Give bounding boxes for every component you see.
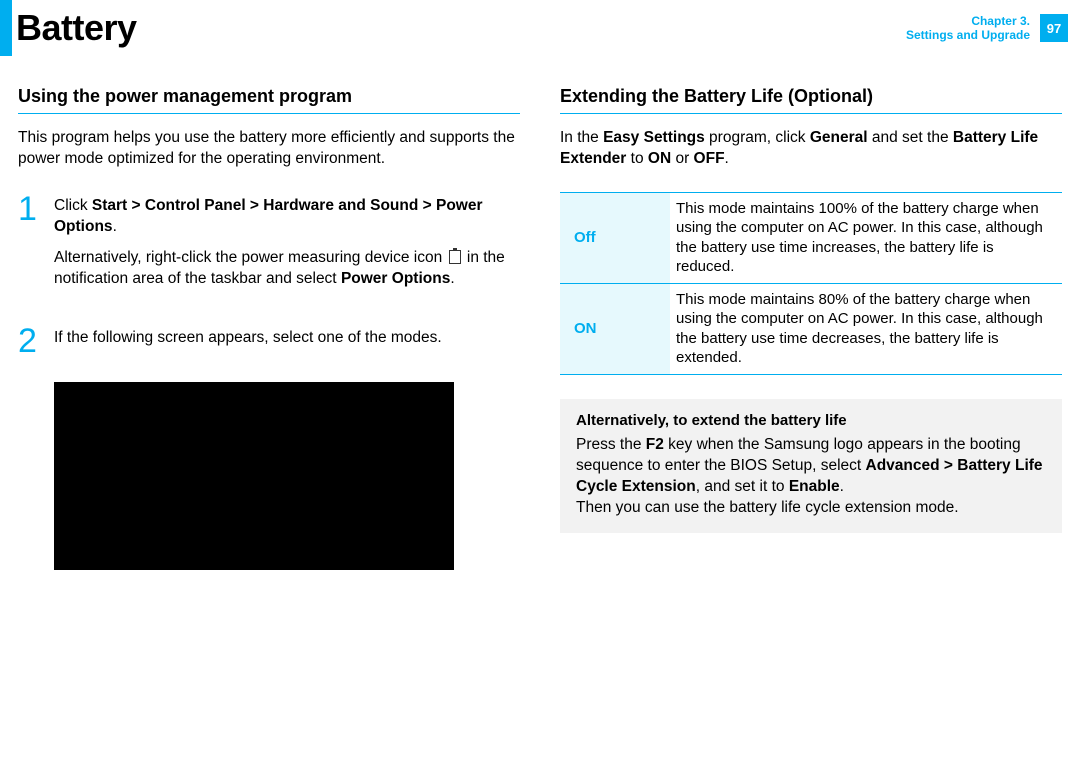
step-1: 1 Click Start > Control Panel > Hardware… (18, 192, 520, 300)
bold-text: Enable (789, 478, 840, 495)
note-line-2: Then you can use the battery life cycle … (576, 498, 1046, 519)
bold-text: ON (648, 150, 671, 167)
left-intro: This program helps you use the battery m… (18, 128, 520, 170)
off-label: Off (560, 193, 670, 283)
embedded-screenshot (54, 382, 454, 570)
chapter-text: Chapter 3. Settings and Upgrade (906, 14, 1030, 43)
chapter-line1: Chapter 3. (906, 14, 1030, 28)
text: , and set it to (696, 478, 789, 495)
bold-text: OFF (694, 150, 725, 167)
page-title: Battery (16, 7, 137, 49)
right-column: Extending the Battery Life (Optional) In… (560, 86, 1062, 754)
text: to (626, 150, 648, 167)
right-intro: In the Easy Settings program, click Gene… (560, 128, 1062, 170)
page-number-badge: 97 (1040, 14, 1068, 42)
step-2-number: 2 (18, 324, 44, 359)
right-heading: Extending the Battery Life (Optional) (560, 86, 1062, 114)
bold-text: Start > Control Panel > Hardware and Sou… (54, 197, 483, 235)
text: program, click (705, 129, 810, 146)
table-row-on: ON This mode maintains 80% of the batter… (560, 284, 1062, 374)
left-heading: Using the power management program (18, 86, 520, 114)
bold-text: F2 (646, 436, 664, 453)
step-1-line-b: Alternatively, right-click the power mea… (54, 248, 520, 290)
text: . (113, 218, 117, 235)
on-label: ON (560, 284, 670, 374)
page-header: Battery Chapter 3. Settings and Upgrade … (16, 0, 1080, 56)
text: Click (54, 197, 92, 214)
chapter-line2: Settings and Upgrade (906, 28, 1030, 42)
text: . (725, 150, 729, 167)
note-line-1: Press the F2 key when the Samsung logo a… (576, 435, 1046, 498)
accent-tab (0, 0, 12, 56)
step-2: 2 If the following screen appears, selec… (18, 324, 520, 359)
table-row-off: Off This mode maintains 100% of the batt… (560, 193, 1062, 284)
text: . (840, 478, 844, 495)
step-2-text: If the following screen appears, select … (54, 328, 442, 349)
text: . (450, 270, 454, 287)
note-title: Alternatively, to extend the battery lif… (576, 411, 1046, 431)
mode-table: Off This mode maintains 100% of the batt… (560, 192, 1062, 375)
step-1-line-a: Click Start > Control Panel > Hardware a… (54, 196, 520, 238)
text: Press the (576, 436, 646, 453)
on-description: This mode maintains 80% of the battery c… (670, 284, 1062, 374)
step-2-body: If the following screen appears, select … (54, 324, 442, 359)
step-1-body: Click Start > Control Panel > Hardware a… (54, 192, 520, 300)
bold-text: General (810, 129, 868, 146)
chapter-info: Chapter 3. Settings and Upgrade 97 (906, 14, 1068, 43)
content-columns: Using the power management program This … (18, 86, 1062, 754)
text: or (671, 150, 693, 167)
bold-text: Easy Settings (603, 129, 705, 146)
left-column: Using the power management program This … (18, 86, 520, 754)
bold-text: Power Options (341, 270, 450, 287)
note-box: Alternatively, to extend the battery lif… (560, 399, 1062, 533)
step-1-number: 1 (18, 192, 44, 300)
text: In the (560, 129, 603, 146)
off-description: This mode maintains 100% of the battery … (670, 193, 1062, 283)
text: Alternatively, right-click the power mea… (54, 249, 447, 266)
text: and set the (868, 129, 953, 146)
battery-icon (449, 250, 461, 264)
